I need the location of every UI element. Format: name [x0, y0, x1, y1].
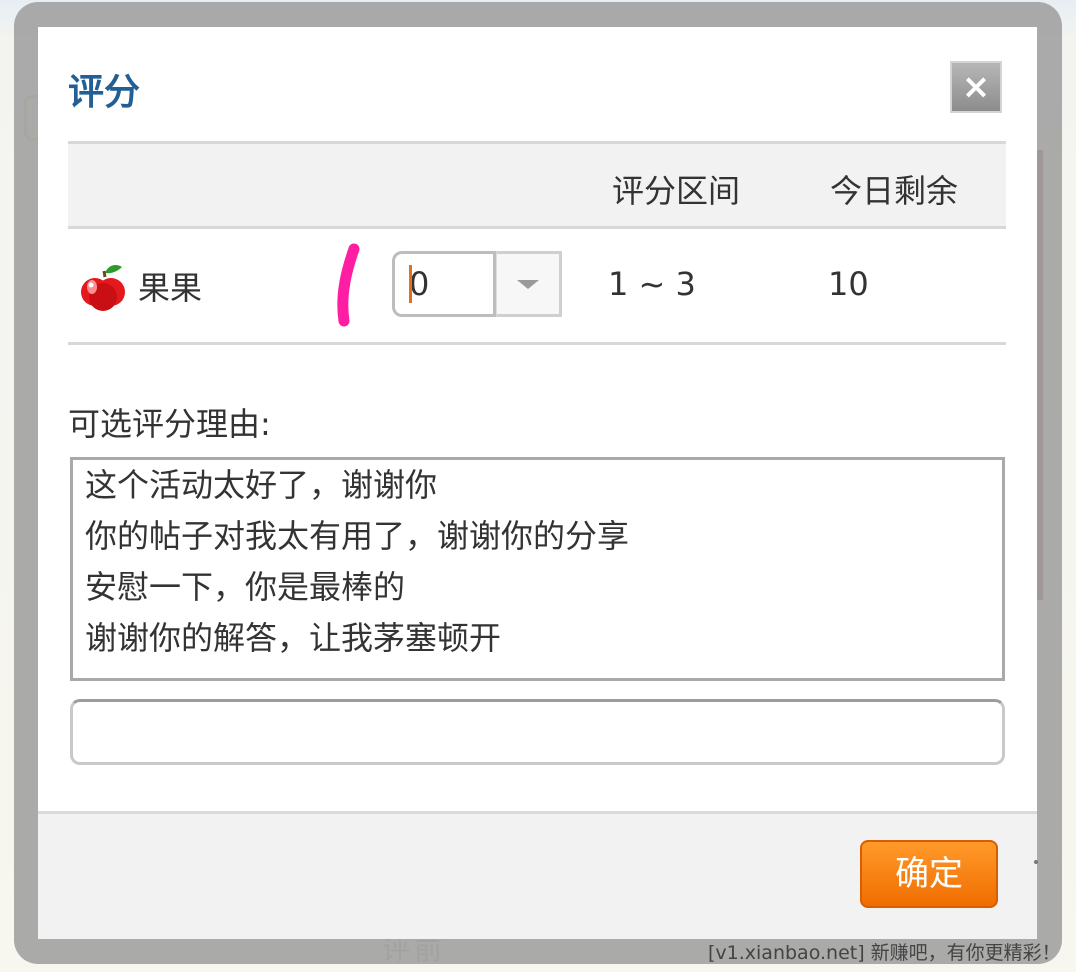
rating-dialog: 评分 × 评分区间 今日剩余 果果 1 ~ 3 10 可选评分理由: 这个活动太… — [38, 27, 1037, 939]
reason-listbox[interactable]: 这个活动太好了，谢谢你 你的帖子对我太有用了，谢谢你的分享 安慰一下，你是最棒的… — [70, 457, 1005, 681]
chevron-down-icon — [517, 280, 539, 289]
reason-option[interactable]: 谢谢你的解答，让我茅塞顿开 — [73, 613, 1002, 664]
custom-reason-input[interactable] — [70, 699, 1005, 765]
text-caret — [409, 265, 412, 303]
annotation-mark — [337, 243, 360, 327]
table-row: 果果 1 ~ 3 10 — [68, 229, 1006, 345]
dialog-title: 评分 — [68, 72, 141, 113]
close-icon: × — [961, 67, 991, 107]
reason-option[interactable]: 安慰一下，你是最棒的 — [73, 562, 1002, 613]
score-input[interactable] — [392, 251, 496, 317]
header-range: 评分区间 — [612, 172, 741, 210]
close-button[interactable]: × — [950, 61, 1002, 113]
apple-icon — [81, 265, 125, 311]
reason-option[interactable]: 这个活动太好了，谢谢你 — [73, 460, 1002, 511]
reason-option[interactable]: 你的帖子对我太有用了，谢谢你的分享 — [73, 511, 1002, 562]
dialog-footer: 确定 — [38, 811, 1037, 939]
rating-item-name: 果果 — [138, 269, 203, 307]
header-remaining: 今日剩余 — [830, 172, 959, 210]
score-dropdown-button[interactable] — [496, 251, 562, 317]
score-range-value: 1 ~ 3 — [608, 265, 696, 303]
rating-table-header: 评分区间 今日剩余 — [68, 141, 1006, 229]
watermark-text: [v1.xianbao.net] 新赚吧，有你更精彩！ — [708, 942, 1061, 964]
reason-label: 可选评分理由: — [68, 405, 271, 443]
scroll-indicator-dot — [1034, 860, 1038, 864]
confirm-button[interactable]: 确定 — [860, 840, 998, 908]
remaining-today-value: 10 — [828, 265, 869, 303]
